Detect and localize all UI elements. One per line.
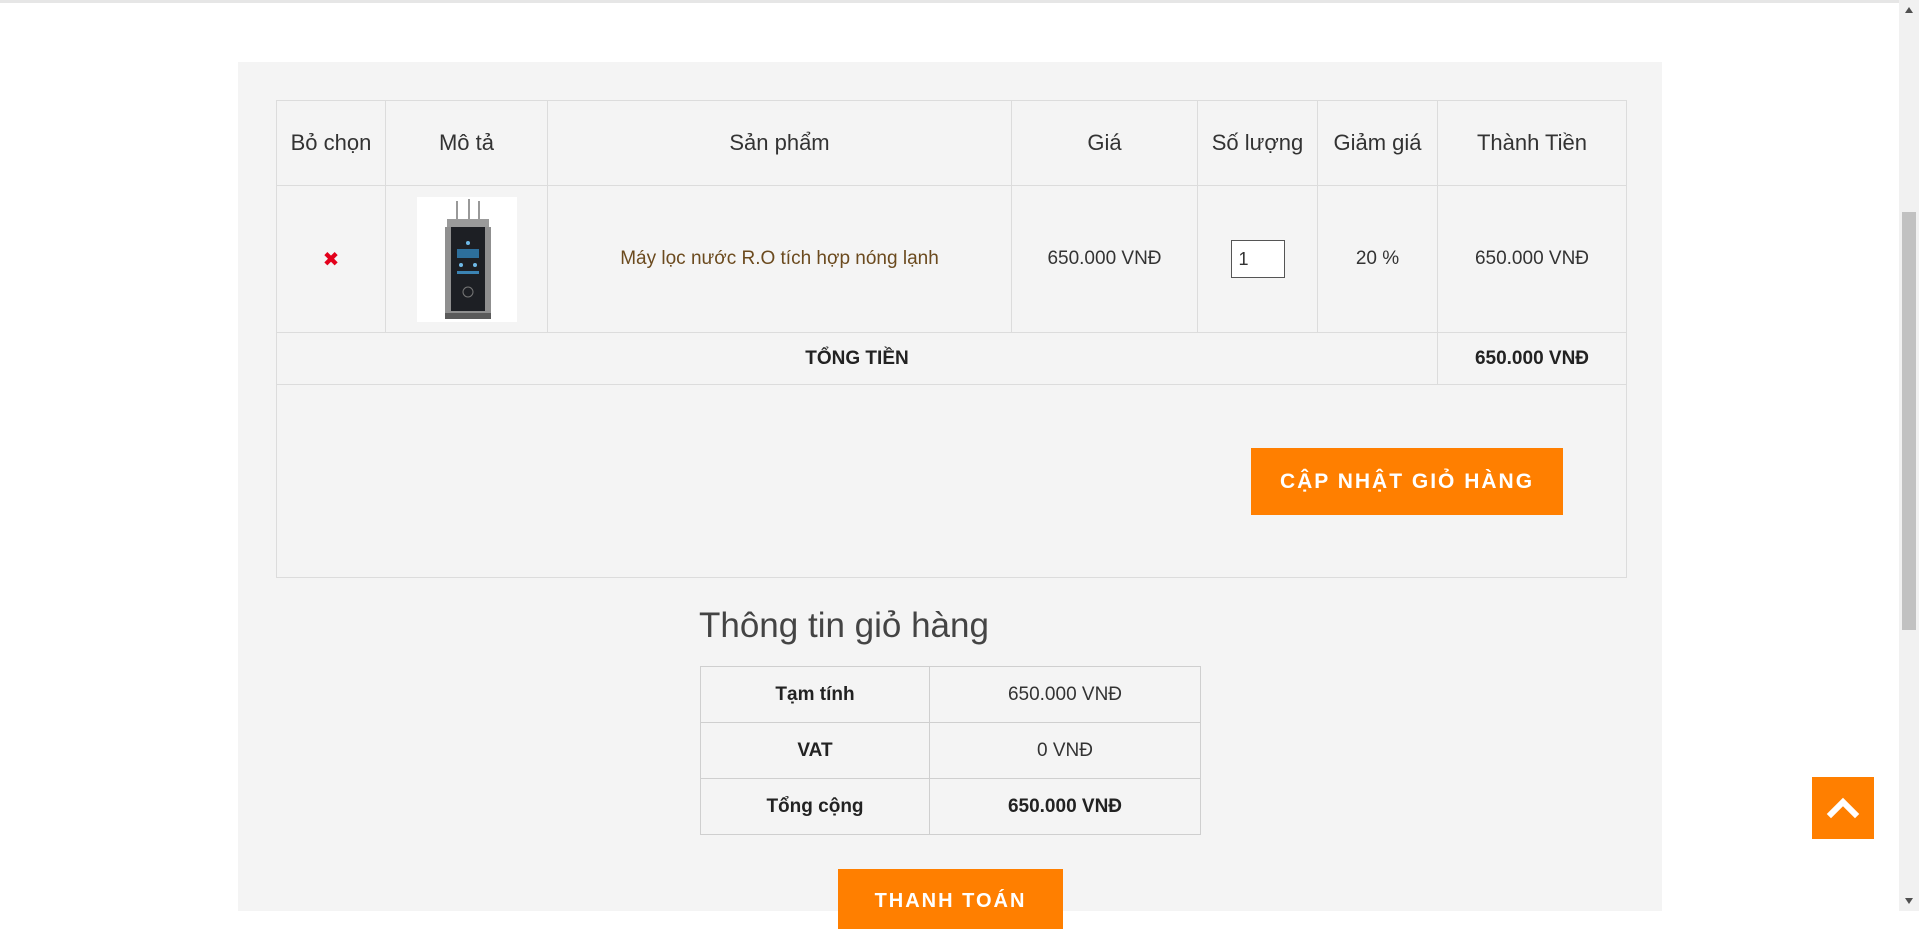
table-row: ✖ Máy lọc nước R.O tích hợp nóng lạnh 65… (276, 185, 1627, 333)
summary-value: 650.000 VNĐ (929, 778, 1201, 835)
summary-row-total: Tổng cộng 650.000 VNĐ (700, 778, 1201, 835)
summary-value: 0 VNĐ (929, 722, 1201, 779)
back-to-top-button[interactable] (1812, 777, 1874, 839)
summary-row-subtotal: Tạm tính 650.000 VNĐ (700, 666, 1201, 723)
header-discount: Giảm giá (1317, 100, 1438, 186)
header-remove: Bỏ chọn (276, 100, 386, 186)
scrollbar-thumb[interactable] (1902, 212, 1916, 630)
update-cart-button[interactable]: CẬP NHẬT GIỎ HÀNG (1251, 447, 1563, 515)
scrollbar[interactable] (1899, 0, 1919, 911)
water-purifier-image (416, 196, 517, 322)
summary-value: 650.000 VNĐ (929, 666, 1201, 723)
cart-header-row: Bỏ chọn Mô tả Sản phẩm Giá Số lượng Giảm… (276, 100, 1627, 186)
total-label: TỔNG TIỀN (276, 332, 1438, 385)
total-row: TỔNG TIỀN 650.000 VNĐ (276, 332, 1627, 385)
discount-cell: 20 % (1317, 185, 1438, 333)
checkout-button[interactable]: THANH TOÁN (838, 869, 1063, 929)
image-cell (385, 185, 548, 333)
price-cell: 650.000 VNĐ (1011, 185, 1198, 333)
product-image[interactable] (416, 196, 517, 322)
summary-label: Tổng cộng (700, 778, 930, 835)
product-name-link[interactable]: Máy lọc nước R.O tích hợp nóng lạnh (620, 248, 939, 269)
header-quantity: Số lượng (1197, 100, 1318, 186)
remove-cell: ✖ (276, 185, 386, 333)
actions-cell: CẬP NHẬT GIỎ HÀNG (276, 384, 1627, 578)
cart-summary-table: Tạm tính 650.000 VNĐ VAT 0 VNĐ Tổng cộng… (700, 666, 1201, 835)
product-cell: Máy lọc nước R.O tích hợp nóng lạnh (547, 185, 1012, 333)
header-description: Mô tả (385, 100, 548, 186)
actions-row: CẬP NHẬT GIỎ HÀNG (276, 384, 1627, 578)
quantity-input[interactable] (1230, 240, 1285, 278)
summary-label: Tạm tính (700, 666, 930, 723)
total-value: 650.000 VNĐ (1437, 332, 1627, 385)
scroll-down-arrow-icon[interactable] (1904, 896, 1914, 906)
close-icon[interactable]: ✖ (323, 249, 340, 271)
top-border (0, 0, 1899, 3)
scroll-up-arrow-icon[interactable] (1904, 5, 1914, 15)
summary-label: VAT (700, 722, 930, 779)
cart-summary-title: Thông tin giỏ hàng (699, 606, 989, 645)
cart-panel: Bỏ chọn Mô tả Sản phẩm Giá Số lượng Giảm… (238, 62, 1662, 929)
subtotal-cell: 650.000 VNĐ (1437, 185, 1627, 333)
header-subtotal: Thành Tiền (1437, 100, 1627, 186)
header-product: Sản phẩm (547, 100, 1012, 186)
header-price: Giá (1011, 100, 1198, 186)
chevron-up-icon (1826, 797, 1860, 819)
quantity-cell (1197, 185, 1318, 333)
cart-table: Bỏ chọn Mô tả Sản phẩm Giá Số lượng Giảm… (276, 100, 1627, 578)
summary-row-vat: VAT 0 VNĐ (700, 722, 1201, 779)
